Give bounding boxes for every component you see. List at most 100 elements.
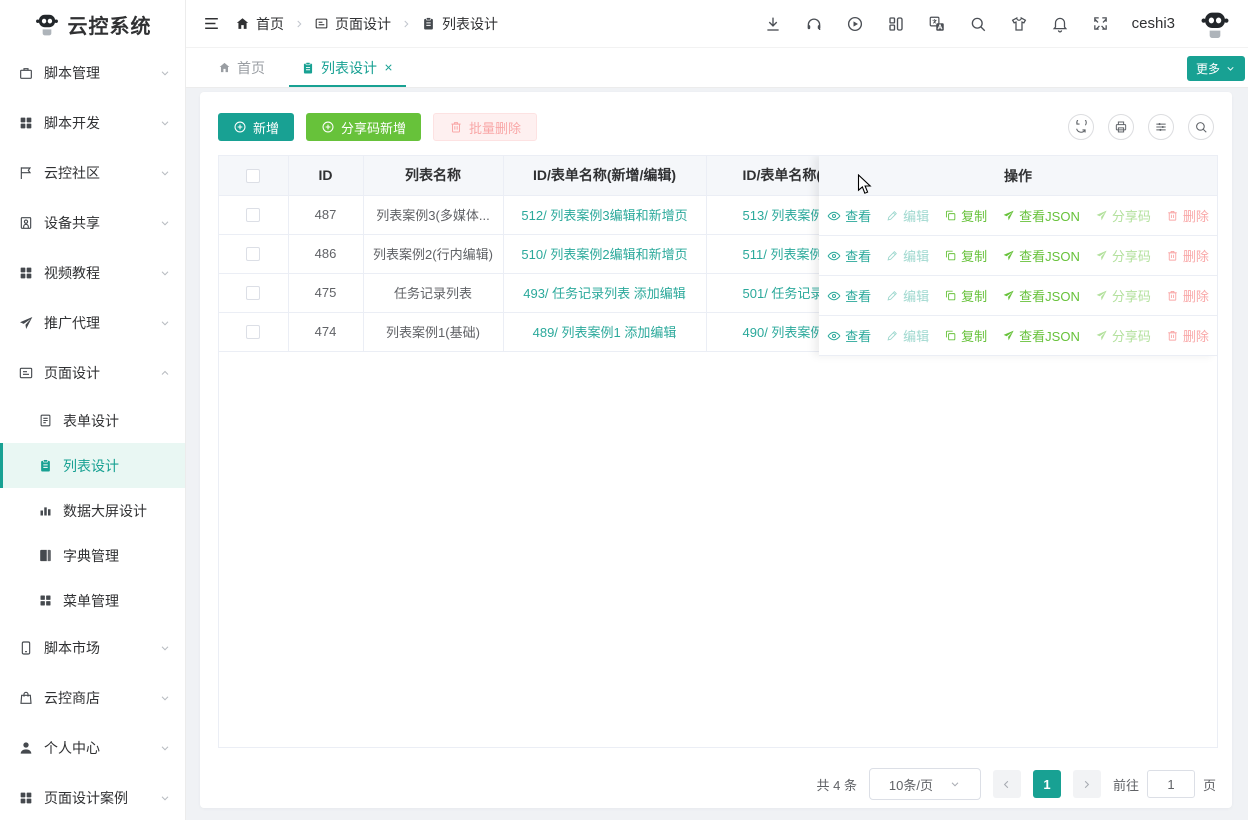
form-view-link[interactable]: 513/ 列表案例3 — [743, 208, 831, 223]
close-icon[interactable] — [383, 62, 394, 73]
sidebar-item-personal-center[interactable]: 个人中心 — [0, 723, 185, 773]
theme-tshirt-icon[interactable] — [1010, 15, 1028, 33]
form-view-link[interactable]: 490/ 列表案例1 — [743, 325, 831, 340]
current-page-button[interactable]: 1 — [1033, 770, 1061, 798]
view-json-link[interactable]: 查看JSON — [1002, 326, 1080, 345]
copy-link[interactable]: 复制 — [944, 286, 987, 305]
row-checkbox[interactable] — [246, 286, 260, 300]
tab-list-design[interactable]: 列表设计 — [283, 48, 412, 87]
sidebar-item-script-market[interactable]: 脚本市场 — [0, 623, 185, 673]
username[interactable]: ceshi3 — [1132, 15, 1175, 32]
sidebar-item-script-manage[interactable]: 脚本管理 — [0, 48, 185, 98]
view-link[interactable]: 查看 — [827, 246, 871, 265]
edit-link[interactable]: 编辑 — [886, 246, 929, 265]
edit-link[interactable]: 编辑 — [886, 326, 929, 345]
view-label: 查看 — [845, 206, 871, 225]
sidebar-subitem-list-design[interactable]: 列表设计 — [0, 443, 185, 488]
row-checkbox[interactable] — [246, 247, 260, 261]
select-all-checkbox[interactable] — [246, 169, 260, 183]
delete-label: 删除 — [1183, 206, 1209, 225]
add-label: 新增 — [253, 118, 279, 137]
delete-link[interactable]: 删除 — [1166, 246, 1209, 265]
view-link[interactable]: 查看 — [827, 206, 871, 225]
chevron-down-icon — [159, 67, 171, 79]
goto-label: 前往 — [1113, 775, 1139, 794]
form-edit-link[interactable]: 489/ 列表案例1 添加编辑 — [533, 325, 677, 340]
page-unit-label: 页 — [1203, 775, 1216, 794]
avatar[interactable] — [1198, 7, 1232, 41]
app-logo: 云控系统 — [0, 0, 185, 48]
sliders-icon — [1154, 120, 1168, 134]
tab-home[interactable]: 首页 — [200, 48, 283, 87]
sidebar-subitem-dashboard-design[interactable]: 数据大屏设计 — [0, 488, 185, 533]
table-search-button[interactable] — [1188, 114, 1214, 140]
sidebar-item-video-tutorial[interactable]: 视频教程 — [0, 248, 185, 298]
sidebar-item-design-examples[interactable]: 页面设计案例 — [0, 773, 185, 820]
chevron-down-icon — [159, 167, 171, 179]
form-edit-link[interactable]: 512/ 列表案例3编辑和新增页 — [521, 208, 687, 223]
delete-link[interactable]: 删除 — [1166, 326, 1209, 345]
share-code-add-button[interactable]: 分享码新增 — [306, 113, 421, 141]
translate-icon[interactable] — [928, 15, 946, 33]
notification-bell-icon[interactable] — [1051, 15, 1069, 33]
row-checkbox[interactable] — [246, 325, 260, 339]
column-filter-button[interactable] — [1148, 114, 1174, 140]
refresh-button[interactable] — [1068, 114, 1094, 140]
view-link[interactable]: 查看 — [827, 286, 871, 305]
sidebar-item-page-design[interactable]: 页面设计 — [0, 348, 185, 398]
play-video-icon[interactable] — [846, 15, 864, 33]
form-edit-link[interactable]: 493/ 任务记录列表 添加编辑 — [523, 286, 686, 301]
hamburger-menu-icon[interactable] — [186, 14, 235, 33]
download-icon[interactable] — [764, 15, 782, 33]
sidebar-item-device-share[interactable]: 设备共享 — [0, 198, 185, 248]
search-icon[interactable] — [969, 15, 987, 33]
eye-icon — [827, 329, 841, 343]
sidebar-item-store[interactable]: 云控商店 — [0, 673, 185, 723]
sidebar-item-promotion[interactable]: 推广代理 — [0, 298, 185, 348]
form-edit-link[interactable]: 510/ 列表案例2编辑和新增页 — [521, 247, 687, 262]
share-code-link[interactable]: 分享码 — [1095, 206, 1151, 225]
add-button[interactable]: 新增 — [218, 113, 294, 141]
share-code-link[interactable]: 分享码 — [1095, 326, 1151, 345]
breadcrumb-item-page-design[interactable]: 页面设计 — [314, 14, 391, 34]
breadcrumb-item-home[interactable]: 首页 — [235, 14, 284, 34]
copy-link[interactable]: 复制 — [944, 326, 987, 345]
sidebar-subitem-form-design[interactable]: 表单设计 — [0, 398, 185, 443]
grid-icon — [18, 115, 34, 131]
sidebar-item-script-dev[interactable]: 脚本开发 — [0, 98, 185, 148]
view-json-link[interactable]: 查看JSON — [1002, 206, 1080, 225]
goto-page-input[interactable] — [1147, 770, 1195, 798]
copy-link[interactable]: 复制 — [944, 206, 987, 225]
fullscreen-icon[interactable] — [1092, 15, 1109, 32]
row-operations: 查看 编辑 复制 查看JSON 分享码 删除 — [819, 196, 1217, 236]
sidebar-item-community[interactable]: 云控社区 — [0, 148, 185, 198]
sidebar-subitem-dictionary[interactable]: 字典管理 — [0, 533, 185, 578]
view-link[interactable]: 查看 — [827, 326, 871, 345]
components-icon[interactable] — [887, 15, 905, 33]
print-button[interactable] — [1108, 114, 1134, 140]
copy-link[interactable]: 复制 — [944, 246, 987, 265]
batch-delete-button[interactable]: 批量删除 — [433, 113, 537, 141]
edit-link[interactable]: 编辑 — [886, 206, 929, 225]
next-page-button[interactable] — [1073, 770, 1101, 798]
sidebar-subitem-menu-manage[interactable]: 菜单管理 — [0, 578, 185, 623]
share-code-link[interactable]: 分享码 — [1095, 246, 1151, 265]
edit-link[interactable]: 编辑 — [886, 286, 929, 305]
delete-label: 删除 — [1183, 326, 1209, 345]
more-button[interactable]: 更多 — [1187, 56, 1245, 81]
delete-link[interactable]: 删除 — [1166, 206, 1209, 225]
headset-icon[interactable] — [805, 15, 823, 33]
eye-icon — [827, 289, 841, 303]
view-json-link[interactable]: 查看JSON — [1002, 246, 1080, 265]
form-view-link[interactable]: 511/ 列表案例2 — [743, 247, 830, 262]
delete-link[interactable]: 删除 — [1166, 286, 1209, 305]
chevron-down-icon — [949, 778, 961, 790]
prev-page-button[interactable] — [993, 770, 1021, 798]
chevron-down-icon — [159, 117, 171, 129]
page-size-select[interactable]: 10条/页 — [869, 768, 981, 800]
send-icon — [1002, 289, 1015, 302]
sidebar-subitem-label: 数据大屏设计 — [63, 501, 147, 521]
view-json-link[interactable]: 查看JSON — [1002, 286, 1080, 305]
row-checkbox[interactable] — [246, 208, 260, 222]
share-code-link[interactable]: 分享码 — [1095, 286, 1151, 305]
